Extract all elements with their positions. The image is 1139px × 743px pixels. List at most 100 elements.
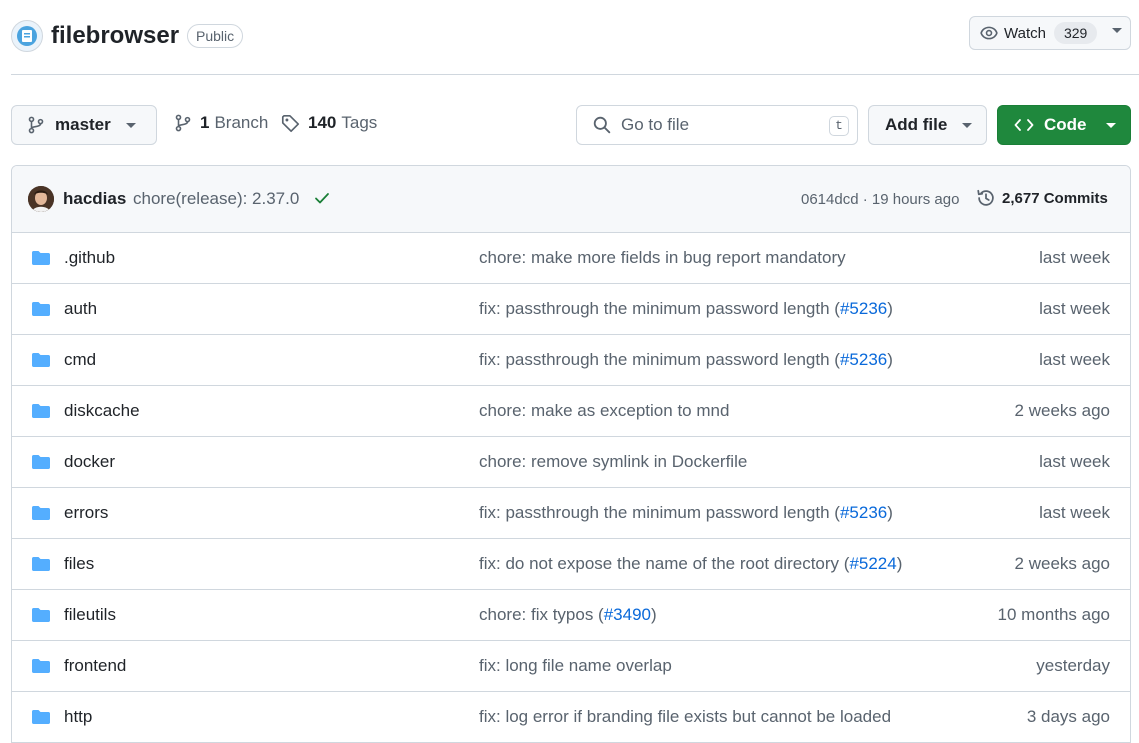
file-commit-message[interactable]: fix: do not expose the name of the root … bbox=[479, 554, 902, 574]
commit-message-text[interactable]: fix: do not expose the name of the root … bbox=[479, 554, 849, 573]
pull-request-link[interactable]: #5224 bbox=[849, 554, 896, 573]
search-icon bbox=[593, 116, 611, 134]
file-commit-message[interactable]: fix: log error if branding file exists b… bbox=[479, 707, 891, 727]
folder-icon bbox=[32, 251, 50, 265]
table-row[interactable]: errors fix: passthrough the minimum pass… bbox=[12, 488, 1130, 539]
folder-icon bbox=[32, 608, 50, 622]
folder-icon bbox=[32, 353, 50, 367]
table-row[interactable]: frontend fix: long file name overlap yes… bbox=[12, 641, 1130, 692]
avatar[interactable] bbox=[28, 186, 54, 212]
file-commit-message[interactable]: chore: remove symlink in Dockerfile bbox=[479, 452, 747, 472]
file-list: .github chore: make more fields in bug r… bbox=[12, 233, 1130, 743]
folder-icon bbox=[32, 404, 50, 418]
commit-message-suffix: ) bbox=[887, 350, 893, 369]
table-row[interactable]: auth fix: passthrough the minimum passwo… bbox=[12, 284, 1130, 335]
commit-sha-time[interactable]: 0614dcd · 19 hours ago bbox=[801, 191, 959, 208]
commit-message-text[interactable]: fix: passthrough the minimum password le… bbox=[479, 350, 840, 369]
commit-message-suffix: ) bbox=[896, 554, 903, 573]
commit-message-text[interactable]: fix: passthrough the minimum password le… bbox=[479, 299, 840, 318]
table-row[interactable]: diskcache chore: make as exception to mn… bbox=[12, 386, 1130, 437]
file-name-link[interactable]: cmd bbox=[64, 350, 96, 370]
chevron-down-icon bbox=[1112, 28, 1122, 33]
code-label: Code bbox=[1044, 115, 1087, 134]
file-name-link[interactable]: .github bbox=[64, 248, 115, 268]
branches-link[interactable]: 1 Branch bbox=[174, 113, 268, 133]
chevron-down-icon bbox=[1106, 123, 1116, 128]
file-commit-age: 3 days ago bbox=[1026, 707, 1110, 726]
commit-message-suffix: ) bbox=[887, 299, 893, 318]
commit-message-text[interactable]: chore: make more fields in bug report ma… bbox=[479, 248, 846, 267]
file-commit-message[interactable]: chore: make more fields in bug report ma… bbox=[479, 248, 846, 268]
file-commit-age: 2 weeks ago bbox=[1014, 554, 1110, 573]
branch-icon bbox=[28, 116, 44, 134]
folder-icon bbox=[32, 506, 50, 520]
commit-message-text[interactable]: fix: long file name overlap bbox=[479, 656, 672, 675]
folder-icon bbox=[32, 302, 50, 316]
pull-request-link[interactable]: #5236 bbox=[840, 350, 887, 369]
commit-message[interactable]: chore(release): 2.37.0 bbox=[133, 189, 299, 209]
check-icon bbox=[315, 193, 329, 204]
file-name-link[interactable]: docker bbox=[64, 452, 115, 472]
tag-icon bbox=[281, 114, 300, 132]
watch-label: Watch bbox=[1004, 24, 1046, 42]
file-commit-age: last week bbox=[1039, 299, 1110, 318]
file-commit-age: last week bbox=[1039, 248, 1110, 267]
pull-request-link[interactable]: #5236 bbox=[840, 299, 887, 318]
file-commit-message[interactable]: fix: passthrough the minimum password le… bbox=[479, 503, 893, 523]
tags-link[interactable]: 140 Tags bbox=[281, 113, 377, 133]
commit-message-suffix: ) bbox=[887, 503, 893, 522]
commits-history-link[interactable]: 2,677 Commits bbox=[976, 188, 1108, 208]
file-commit-message[interactable]: fix: passthrough the minimum password le… bbox=[479, 299, 893, 319]
commit-author[interactable]: hacdias bbox=[63, 189, 126, 209]
shortcut-key: t bbox=[829, 116, 849, 136]
header-divider bbox=[11, 74, 1139, 75]
go-to-file-input[interactable] bbox=[621, 115, 811, 135]
repo-header: filebrowser Public Watch 329 bbox=[11, 14, 1131, 58]
code-icon bbox=[1014, 119, 1034, 131]
code-button[interactable]: Code bbox=[997, 105, 1131, 145]
file-commit-age: last week bbox=[1039, 452, 1110, 471]
file-name-link[interactable]: diskcache bbox=[64, 401, 140, 421]
visibility-badge: Public bbox=[187, 24, 244, 48]
table-row[interactable]: docker chore: remove symlink in Dockerfi… bbox=[12, 437, 1130, 488]
file-icon bbox=[17, 26, 37, 46]
file-commit-message[interactable]: fix: long file name overlap bbox=[479, 656, 672, 676]
commits-count: 2,677 Commits bbox=[1002, 189, 1108, 207]
file-name-link[interactable]: auth bbox=[64, 299, 97, 319]
commit-message-text[interactable]: chore: fix typos ( bbox=[479, 605, 604, 624]
file-name-link[interactable]: fileutils bbox=[64, 605, 116, 625]
file-commit-age: 2 weeks ago bbox=[1014, 401, 1110, 420]
file-commit-message[interactable]: chore: make as exception to mnd bbox=[479, 401, 729, 421]
repo-name-link[interactable]: filebrowser bbox=[51, 20, 179, 52]
commit-message-suffix: ) bbox=[651, 605, 657, 624]
pull-request-link[interactable]: #5236 bbox=[840, 503, 887, 522]
file-name-link[interactable]: http bbox=[64, 707, 92, 727]
table-row[interactable]: http fix: log error if branding file exi… bbox=[12, 692, 1130, 743]
branch-select-button[interactable]: master bbox=[11, 105, 157, 145]
pull-request-link[interactable]: #3490 bbox=[604, 605, 651, 624]
table-row[interactable]: files fix: do not expose the name of the… bbox=[12, 539, 1130, 590]
watch-button[interactable]: Watch 329 bbox=[969, 16, 1131, 50]
tags-count: 140 bbox=[308, 113, 337, 132]
repo-avatar[interactable] bbox=[11, 20, 43, 52]
commit-message-text[interactable]: chore: remove symlink in Dockerfile bbox=[479, 452, 747, 471]
table-row[interactable]: .github chore: make more fields in bug r… bbox=[12, 233, 1130, 284]
table-row[interactable]: fileutils chore: fix typos (#3490) 10 mo… bbox=[12, 590, 1130, 641]
table-row[interactable]: cmd fix: passthrough the minimum passwor… bbox=[12, 335, 1130, 386]
history-icon bbox=[977, 189, 994, 206]
file-commit-age: last week bbox=[1039, 503, 1110, 522]
file-commit-age: yesterday bbox=[1036, 656, 1110, 675]
file-name-link[interactable]: errors bbox=[64, 503, 108, 523]
file-commit-message[interactable]: fix: passthrough the minimum password le… bbox=[479, 350, 893, 370]
file-name-link[interactable]: frontend bbox=[64, 656, 126, 676]
commit-message-text[interactable]: fix: passthrough the minimum password le… bbox=[479, 503, 840, 522]
commit-message-text[interactable]: fix: log error if branding file exists b… bbox=[479, 707, 891, 726]
folder-icon bbox=[32, 455, 50, 469]
commit-message-text[interactable]: chore: make as exception to mnd bbox=[479, 401, 729, 420]
chevron-down-icon bbox=[962, 123, 972, 128]
folder-icon bbox=[32, 557, 50, 571]
file-name-link[interactable]: files bbox=[64, 554, 94, 574]
file-commit-message[interactable]: chore: fix typos (#3490) bbox=[479, 605, 657, 625]
go-to-file-field[interactable]: t bbox=[576, 105, 858, 145]
add-file-button[interactable]: Add file bbox=[868, 105, 987, 145]
